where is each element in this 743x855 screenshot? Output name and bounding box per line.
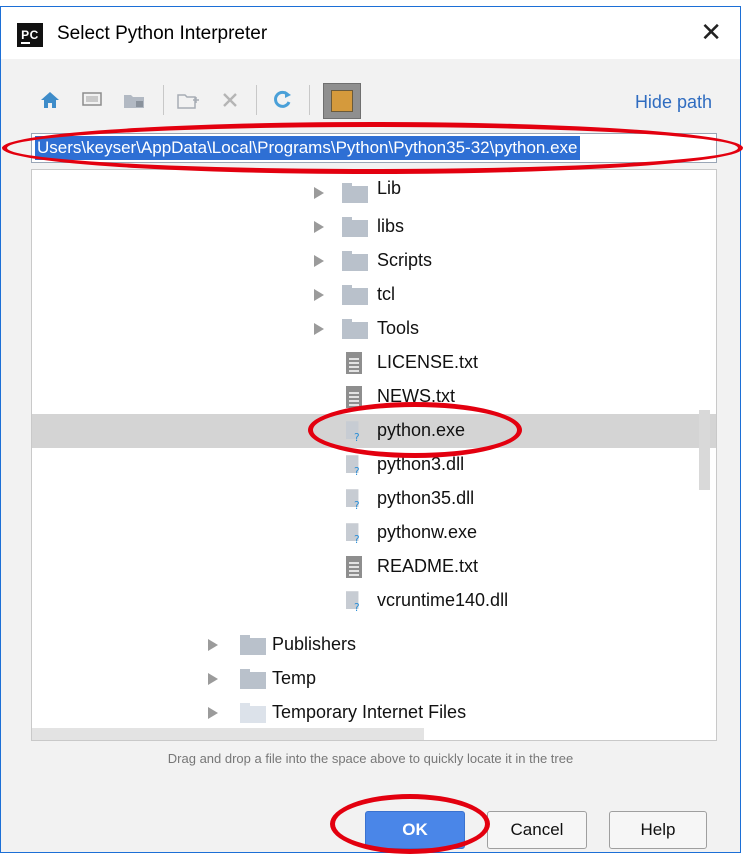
- tree-item-pythonw-exe[interactable]: ? pythonw.exe: [32, 516, 716, 550]
- expand-arrow-icon[interactable]: [208, 707, 218, 719]
- text-file-icon: [346, 556, 362, 578]
- tree-item-label: python3.dll: [377, 454, 465, 474]
- show-hidden-icon[interactable]: [323, 83, 361, 119]
- expand-arrow-icon[interactable]: [314, 323, 324, 335]
- tree-item-label: Scripts: [377, 250, 433, 270]
- select-interpreter-dialog: PC Select Python Interpreter ✕ Hide path: [0, 6, 741, 853]
- ok-button[interactable]: OK: [365, 811, 465, 849]
- tree-item-temporary-internet-files[interactable]: Temporary Internet Files: [32, 696, 716, 730]
- refresh-icon[interactable]: [271, 89, 293, 111]
- unknown-file-icon: ?: [346, 455, 360, 476]
- folder-icon: [342, 183, 368, 203]
- tree-item-tcl[interactable]: tcl: [32, 278, 716, 312]
- tree-item-label: LICENSE.txt: [377, 352, 479, 372]
- new-folder-icon[interactable]: [177, 89, 199, 111]
- toolbar-separator: [163, 85, 164, 115]
- path-input-value: Users\keyser\AppData\Local\Programs\Pyth…: [35, 136, 580, 160]
- tree-item-label: Publishers: [272, 634, 357, 654]
- tree-item-publishers[interactable]: Publishers: [32, 628, 716, 662]
- tree-item-python35-dll[interactable]: ? python35.dll: [32, 482, 716, 516]
- expand-arrow-icon[interactable]: [208, 673, 218, 685]
- file-tree[interactable]: Lib libs Scripts tcl Tools LICENSE.txt N…: [31, 169, 717, 741]
- folder-icon: [342, 251, 368, 271]
- cancel-button[interactable]: Cancel: [487, 811, 587, 849]
- folder-icon: [240, 703, 266, 723]
- text-file-icon: [346, 352, 362, 374]
- tree-item-label: Lib: [377, 178, 402, 198]
- tree-item-label: Temporary Internet Files: [272, 702, 467, 722]
- tree-item-lib[interactable]: Lib: [32, 176, 716, 210]
- project-folder-icon[interactable]: [123, 89, 145, 111]
- home-icon[interactable]: [39, 89, 61, 111]
- folder-icon: [240, 635, 266, 655]
- expand-arrow-icon[interactable]: [314, 187, 324, 199]
- tree-item-label: NEWS.txt: [377, 386, 456, 406]
- expand-arrow-icon[interactable]: [314, 221, 324, 233]
- folder-icon: [342, 285, 368, 305]
- toolbar: Hide path: [1, 59, 740, 135]
- tree-item-label: README.txt: [377, 556, 479, 576]
- vertical-scrollbar[interactable]: [699, 410, 710, 490]
- title-bar: PC Select Python Interpreter ✕: [1, 7, 740, 59]
- toolbar-separator: [256, 85, 257, 115]
- svg-text:?: ?: [354, 601, 360, 612]
- tree-item-label: python35.dll: [377, 488, 475, 508]
- tree-item-label: python.exe: [377, 420, 466, 440]
- dialog-title: Select Python Interpreter: [57, 23, 268, 44]
- svg-text:?: ?: [354, 465, 360, 476]
- tree-item-news[interactable]: NEWS.txt: [32, 380, 716, 414]
- tree-item-scripts[interactable]: Scripts: [32, 244, 716, 278]
- tree-item-vcruntime[interactable]: ? vcruntime140.dll: [32, 584, 716, 618]
- tree-item-label: vcruntime140.dll: [377, 590, 509, 610]
- close-button[interactable]: ✕: [700, 17, 722, 48]
- svg-text:?: ?: [354, 499, 360, 510]
- tree-item-label: tcl: [377, 284, 395, 304]
- path-input[interactable]: Users\keyser\AppData\Local\Programs\Pyth…: [31, 133, 717, 163]
- help-button[interactable]: Help: [609, 811, 707, 849]
- tree-item-license[interactable]: LICENSE.txt: [32, 346, 716, 380]
- tree-item-python3-dll[interactable]: ? python3.dll: [32, 448, 716, 482]
- expand-arrow-icon[interactable]: [314, 255, 324, 267]
- tree-item-temp[interactable]: Temp: [32, 662, 716, 696]
- pycharm-logo-icon: PC: [17, 23, 43, 47]
- tree-item-label: Tools: [377, 318, 420, 338]
- desktop-icon[interactable]: [81, 89, 103, 111]
- drag-drop-hint: Drag and drop a file into the space abov…: [167, 751, 574, 766]
- hide-path-link[interactable]: Hide path: [635, 92, 712, 113]
- delete-icon[interactable]: [219, 89, 241, 111]
- unknown-file-icon: ?: [346, 489, 360, 510]
- tree-item-label: libs: [377, 216, 405, 236]
- tree-item-tools[interactable]: Tools: [32, 312, 716, 346]
- expand-arrow-icon[interactable]: [314, 289, 324, 301]
- horizontal-scrollbar[interactable]: [32, 728, 424, 740]
- text-file-icon: [346, 386, 362, 408]
- toolbar-separator: [309, 85, 310, 115]
- tree-item-label: pythonw.exe: [377, 522, 478, 542]
- unknown-file-icon: ?: [346, 591, 360, 612]
- svg-text:?: ?: [354, 431, 360, 442]
- expand-arrow-icon[interactable]: [208, 639, 218, 651]
- tree-item-libs[interactable]: libs: [32, 210, 716, 244]
- folder-icon: [342, 319, 368, 339]
- tree-item-label: Temp: [272, 668, 317, 688]
- folder-icon: [342, 217, 368, 237]
- folder-icon: [240, 669, 266, 689]
- svg-text:?: ?: [354, 533, 360, 544]
- unknown-file-icon: ?: [346, 523, 360, 544]
- tree-item-python-exe[interactable]: ? python.exe: [32, 414, 716, 448]
- unknown-file-icon: ?: [346, 421, 360, 442]
- tree-item-readme[interactable]: README.txt: [32, 550, 716, 584]
